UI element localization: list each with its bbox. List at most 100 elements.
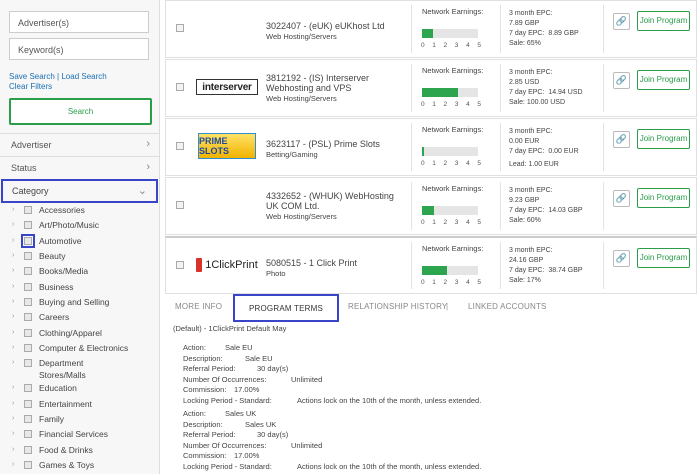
load-search-link[interactable]: Load Search [61, 72, 106, 81]
filter-advertiser[interactable]: Advertiser › [0, 133, 159, 155]
earnings-bar-fill [422, 147, 425, 156]
category-item[interactable]: › Art/Photo/Music [0, 219, 159, 234]
expand-arrow-icon[interactable]: › [12, 204, 14, 216]
expand-arrow-icon[interactable]: › [12, 250, 14, 262]
program-title[interactable]: 3022407 - (eUK) eUKhost Ltd Web Hosting/S… [266, 21, 406, 42]
category-checkbox[interactable] [21, 233, 35, 248]
category-item[interactable]: › Clothing/Apparel [0, 327, 159, 342]
category-item[interactable]: › Entertainment [0, 398, 159, 413]
network-earnings-label: Network Earnings: [422, 7, 484, 16]
keyword-input[interactable]: Keyword(s) [9, 38, 149, 60]
filter-status[interactable]: Status › [0, 156, 159, 178]
category-item[interactable]: › Family [0, 413, 159, 428]
earnings-scale: 012345 [421, 101, 481, 108]
tab-more-info[interactable]: MORE INFO [175, 302, 222, 311]
expand-arrow-icon[interactable]: › [12, 219, 14, 231]
expand-arrow-icon[interactable]: › [12, 296, 14, 308]
category-checkbox[interactable] [24, 282, 32, 291]
row-checkbox[interactable] [176, 201, 184, 209]
category-item[interactable]: › Beauty [0, 250, 159, 265]
category-item[interactable]: › Computer & Electronics [0, 342, 159, 357]
advertiser-input[interactable]: Advertiser(s) [9, 11, 149, 33]
tab-relationship-history[interactable]: RELATIONSHIP HISTORY [348, 302, 447, 311]
expand-arrow-icon[interactable]: › [12, 413, 14, 425]
category-item[interactable]: › Department Stores/Malls [0, 357, 159, 382]
category-checkbox[interactable] [24, 445, 32, 454]
expand-arrow-icon[interactable]: › [12, 398, 14, 410]
category-item[interactable]: › Education [0, 382, 159, 397]
program-title[interactable]: 3623117 - (PSL) Prime Slots Betting/Gamin… [266, 139, 406, 160]
category-checkbox[interactable] [24, 267, 32, 276]
category-checkbox[interactable] [24, 415, 32, 424]
link-icon[interactable]: 🔗 [613, 72, 630, 89]
tab-linked-accounts[interactable]: LINKED ACCOUNTS [468, 302, 547, 311]
filter-category[interactable]: Category ⌄ [1, 179, 158, 203]
category-checkbox[interactable] [24, 252, 32, 261]
program-title[interactable]: 4332652 - (WHUK) WebHosting UK COM Ltd. W… [266, 191, 406, 222]
link-icon[interactable]: 🔗 [613, 13, 630, 30]
filter-advertiser-label: Advertiser [11, 140, 52, 150]
divider [411, 64, 412, 112]
join-program-button[interactable]: Join Program [637, 11, 690, 31]
expand-arrow-icon[interactable]: › [12, 235, 14, 247]
category-item[interactable]: › Games & Toys [0, 459, 159, 474]
expand-arrow-icon[interactable]: › [12, 357, 14, 369]
expand-arrow-icon[interactable]: › [12, 342, 14, 354]
expand-arrow-icon[interactable]: › [12, 428, 14, 440]
category-item[interactable]: › Books/Media [0, 265, 159, 280]
expand-arrow-icon[interactable]: › [12, 311, 14, 323]
category-item[interactable]: › Careers [0, 311, 159, 326]
expand-arrow-icon[interactable]: › [12, 281, 14, 293]
category-item[interactable]: › Financial Services [0, 428, 159, 443]
sidebar: Advertiser(s) Keyword(s) Save Search | L… [0, 0, 160, 474]
link-icon[interactable]: 🔗 [613, 190, 630, 207]
category-checkbox[interactable] [24, 384, 32, 393]
expand-arrow-icon[interactable]: › [12, 444, 14, 456]
category-checkbox[interactable] [24, 461, 32, 470]
category-checkbox[interactable] [24, 328, 32, 337]
row-checkbox[interactable] [176, 261, 184, 269]
category-label: Food & Drinks [39, 444, 93, 455]
link-icon[interactable]: 🔗 [613, 131, 630, 148]
expand-arrow-icon[interactable]: › [12, 265, 14, 277]
category-list: › Accessories › Art/Photo/Music › Automotiv… [0, 204, 159, 474]
link-icon[interactable]: 🔗 [613, 250, 630, 267]
expand-arrow-icon[interactable]: › [12, 327, 14, 339]
category-checkbox[interactable] [24, 359, 32, 368]
category-checkbox[interactable] [24, 221, 32, 230]
category-item[interactable]: › Food & Drinks [0, 444, 159, 459]
search-button[interactable]: Search [9, 98, 152, 125]
row-checkbox[interactable] [176, 24, 184, 32]
category-item[interactable]: › Business [0, 281, 159, 296]
row-checkbox[interactable] [176, 83, 184, 91]
main-content: 3022407 - (eUK) eUKhost Ltd Web Hosting/S… [161, 0, 700, 474]
save-search-link[interactable]: Save Search [9, 72, 55, 81]
category-checkbox[interactable] [24, 313, 32, 322]
join-program-button[interactable]: Join Program [637, 129, 690, 149]
join-program-button[interactable]: Join Program [637, 248, 690, 268]
program-title[interactable]: 3812192 - (IS) Interserver Webhosting an… [266, 73, 406, 104]
category-label: Art/Photo/Music [39, 220, 99, 231]
program-category: Web Hosting/Servers [266, 32, 337, 41]
program-row: interserver 3812192 - (IS) Interserver W… [165, 59, 697, 117]
category-checkbox[interactable] [24, 206, 32, 214]
program-title[interactable]: 5080515 - 1 Click Print Photo [266, 258, 406, 279]
category-checkbox[interactable] [24, 399, 32, 408]
category-checkbox[interactable] [24, 344, 32, 353]
logo-mark [196, 258, 203, 272]
divider [500, 242, 501, 289]
join-program-button[interactable]: Join Program [637, 70, 690, 90]
category-checkbox[interactable] [24, 298, 32, 307]
tab-program-terms[interactable]: PROGRAM TERMS [233, 294, 340, 322]
join-program-button[interactable]: Join Program [637, 188, 690, 208]
category-checkbox[interactable] [24, 430, 32, 439]
clear-filters-link[interactable]: Clear Filters [9, 82, 52, 91]
category-item[interactable]: › Automotive [0, 233, 159, 250]
category-item[interactable]: › Buying and Selling [0, 296, 159, 311]
expand-arrow-icon[interactable]: › [12, 459, 14, 471]
category-label: Financial Services [39, 429, 108, 440]
expand-arrow-icon[interactable]: › [12, 382, 14, 394]
row-checkbox[interactable] [176, 142, 184, 150]
category-label: Clothing/Apparel [39, 327, 102, 338]
category-item[interactable]: › Accessories [0, 204, 159, 219]
